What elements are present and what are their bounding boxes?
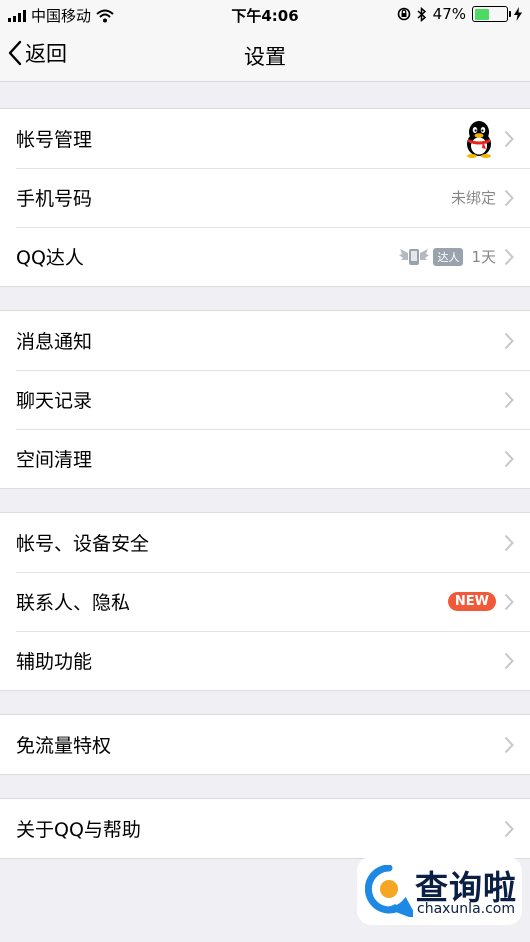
row-qq-daren[interactable]: QQ达人 达人 1天 <box>0 227 530 286</box>
chaxunla-logo-icon <box>365 865 413 917</box>
chevron-right-icon <box>504 820 514 837</box>
row-accessibility[interactable]: 辅助功能 <box>0 631 530 690</box>
settings-group-account: 帐号管理 手机号码 未绑定 QQ达人 达人 1天 <box>0 108 530 287</box>
row-value: 1天 <box>471 248 496 266</box>
settings-group-about: 关于QQ与帮助 <box>0 798 530 859</box>
chevron-right-icon <box>504 391 514 408</box>
watermark-url: chaxunla.com <box>417 901 515 917</box>
new-badge: NEW <box>447 592 496 611</box>
daren-badge-group: 达人 <box>399 247 464 267</box>
row-storage-cleanup[interactable]: 空间清理 <box>0 429 530 488</box>
battery-level <box>474 8 490 20</box>
chevron-right-icon <box>504 450 514 467</box>
navigation-bar: 返回 设置 <box>0 28 530 82</box>
chevron-right-icon <box>504 248 514 265</box>
row-message-notifications[interactable]: 消息通知 <box>0 311 530 370</box>
row-label: 帐号、设备安全 <box>16 533 150 555</box>
chevron-right-icon <box>504 534 514 551</box>
chevron-right-icon <box>504 736 514 753</box>
row-label: QQ达人 <box>16 247 84 269</box>
row-label: 消息通知 <box>16 331 93 353</box>
row-label: 帐号管理 <box>16 129 93 151</box>
row-label: 联系人、隐私 <box>16 592 131 614</box>
chevron-right-icon <box>504 652 514 669</box>
qq-penguin-avatar-icon <box>467 120 491 158</box>
status-bar: 中国移动 下午4:06 47% <box>0 0 530 28</box>
watermark: 查询啦 chaxunla.com <box>357 857 522 925</box>
status-right: 47% <box>397 5 522 23</box>
row-chat-history[interactable]: 聊天记录 <box>0 370 530 429</box>
row-free-data-privilege[interactable]: 免流量特权 <box>0 715 530 774</box>
row-value: 未绑定 <box>450 189 496 207</box>
row-account-management[interactable]: 帐号管理 <box>0 109 530 168</box>
settings-group-security: 帐号、设备安全 联系人、隐私 NEW 辅助功能 <box>0 512 530 691</box>
battery-percent: 47% <box>432 5 466 23</box>
settings-group-messages: 消息通知 聊天记录 空间清理 <box>0 310 530 489</box>
row-about-help[interactable]: 关于QQ与帮助 <box>0 799 530 858</box>
settings-group-data-privilege: 免流量特权 <box>0 714 530 775</box>
page-title: 设置 <box>244 45 286 69</box>
chevron-right-icon <box>504 130 514 147</box>
charging-icon <box>514 7 522 21</box>
row-label: 关于QQ与帮助 <box>16 819 141 841</box>
battery-icon <box>472 6 511 22</box>
winged-phone-icon <box>399 248 430 265</box>
daren-badge: 达人 <box>433 247 464 266</box>
chevron-right-icon <box>504 189 514 206</box>
row-label: 手机号码 <box>16 188 93 210</box>
row-label: 辅助功能 <box>16 651 93 673</box>
bluetooth-icon <box>417 6 426 22</box>
row-contacts-privacy[interactable]: 联系人、隐私 NEW <box>0 572 530 631</box>
row-label: 空间清理 <box>16 449 93 471</box>
row-label: 聊天记录 <box>16 390 93 412</box>
chevron-right-icon <box>504 332 514 349</box>
row-phone-number[interactable]: 手机号码 未绑定 <box>0 168 530 227</box>
row-label: 免流量特权 <box>16 735 112 757</box>
row-account-device-security[interactable]: 帐号、设备安全 <box>0 513 530 572</box>
orientation-lock-icon <box>397 7 410 21</box>
chevron-right-icon <box>504 593 514 610</box>
